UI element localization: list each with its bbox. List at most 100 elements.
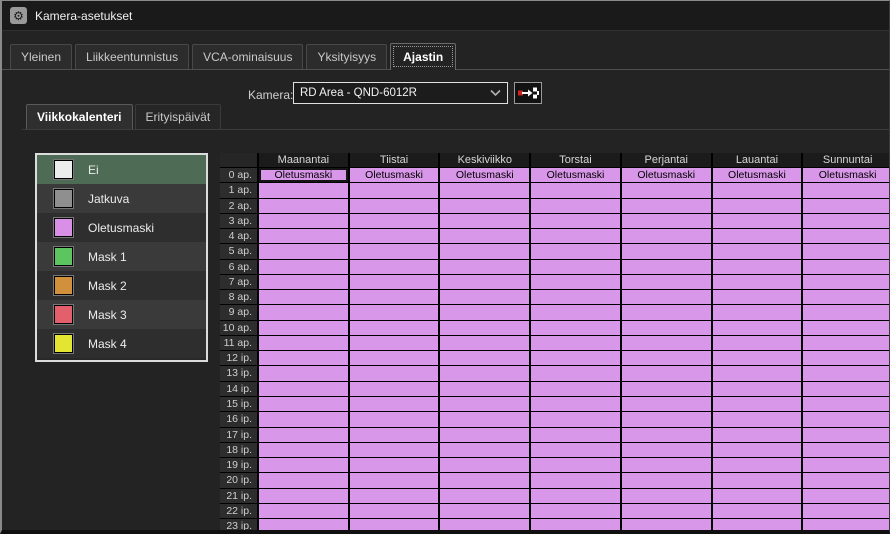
schedule-cell[interactable] — [531, 290, 620, 304]
schedule-cell[interactable] — [350, 260, 439, 274]
schedule-cell[interactable] — [350, 244, 439, 258]
schedule-cell[interactable] — [259, 244, 348, 258]
schedule-cell[interactable] — [531, 473, 620, 487]
schedule-cell[interactable] — [713, 183, 802, 197]
schedule-cell[interactable] — [713, 397, 802, 411]
tab-liikkeentunnistus[interactable]: Liikkeentunnistus — [75, 44, 189, 69]
schedule-cell[interactable] — [803, 321, 890, 335]
schedule-cell[interactable]: Oletusmaski — [803, 168, 890, 182]
schedule-cell[interactable] — [259, 229, 348, 243]
schedule-cell[interactable] — [622, 412, 711, 426]
schedule-cell[interactable] — [531, 443, 620, 457]
schedule-cell[interactable] — [350, 473, 439, 487]
schedule-cell[interactable] — [622, 397, 711, 411]
schedule-cell[interactable] — [259, 397, 348, 411]
schedule-cell[interactable] — [440, 382, 529, 396]
schedule-cell[interactable] — [622, 229, 711, 243]
schedule-cell[interactable] — [440, 351, 529, 365]
schedule-cell[interactable] — [622, 214, 711, 228]
schedule-cell[interactable] — [440, 244, 529, 258]
schedule-cell[interactable]: Oletusmaski — [440, 168, 529, 182]
schedule-cell[interactable] — [259, 489, 348, 503]
schedule-cell[interactable] — [259, 458, 348, 472]
tab-vca-ominaisuus[interactable]: VCA-ominaisuus — [192, 44, 303, 69]
schedule-cell[interactable] — [440, 305, 529, 319]
schedule-cell[interactable] — [713, 336, 802, 350]
schedule-cell[interactable] — [440, 199, 529, 213]
schedule-cell[interactable] — [440, 214, 529, 228]
schedule-cell[interactable] — [713, 443, 802, 457]
schedule-cell[interactable] — [440, 321, 529, 335]
schedule-cell[interactable] — [350, 519, 439, 533]
schedule-cell[interactable] — [531, 504, 620, 518]
schedule-cell[interactable] — [622, 321, 711, 335]
schedule-cell[interactable] — [440, 412, 529, 426]
schedule-cell[interactable] — [803, 260, 890, 274]
legend-item[interactable]: Oletusmaski — [37, 213, 206, 242]
schedule-cell[interactable] — [622, 199, 711, 213]
schedule-cell[interactable] — [440, 275, 529, 289]
schedule-cell[interactable] — [350, 382, 439, 396]
tab-yleinen[interactable]: Yleinen — [10, 44, 72, 69]
schedule-cell[interactable] — [713, 458, 802, 472]
subtab-erityispäivät[interactable]: Erityispäivät — [135, 104, 222, 129]
schedule-cell[interactable] — [622, 275, 711, 289]
schedule-cell[interactable] — [350, 229, 439, 243]
schedule-cell[interactable] — [350, 397, 439, 411]
schedule-cell[interactable] — [803, 305, 890, 319]
schedule-cell[interactable] — [350, 458, 439, 472]
schedule-cell[interactable]: Oletusmaski — [259, 168, 348, 182]
schedule-cell[interactable]: Oletusmaski — [350, 168, 439, 182]
schedule-cell[interactable] — [713, 244, 802, 258]
schedule-cell[interactable] — [803, 351, 890, 365]
schedule-cell[interactable] — [259, 321, 348, 335]
schedule-cell[interactable] — [622, 458, 711, 472]
schedule-cell[interactable] — [622, 244, 711, 258]
schedule-cell[interactable] — [259, 504, 348, 518]
schedule-cell[interactable] — [350, 428, 439, 442]
schedule-cell[interactable] — [531, 428, 620, 442]
schedule-cell[interactable] — [350, 290, 439, 304]
schedule-cell[interactable] — [440, 260, 529, 274]
apply-to-cameras-button[interactable] — [514, 82, 542, 104]
legend-item[interactable]: Mask 4 — [37, 329, 206, 358]
schedule-cell[interactable] — [531, 366, 620, 380]
schedule-cell[interactable] — [803, 214, 890, 228]
schedule-cell[interactable] — [259, 382, 348, 396]
schedule-cell[interactable] — [350, 412, 439, 426]
schedule-cell[interactable] — [803, 443, 890, 457]
schedule-cell[interactable] — [350, 351, 439, 365]
schedule-cell[interactable] — [803, 504, 890, 518]
schedule-cell[interactable]: Oletusmaski — [622, 168, 711, 182]
schedule-cell[interactable] — [622, 290, 711, 304]
schedule-cell[interactable] — [440, 397, 529, 411]
schedule-cell[interactable] — [259, 473, 348, 487]
schedule-cell[interactable] — [440, 290, 529, 304]
schedule-cell[interactable] — [259, 428, 348, 442]
schedule-cell[interactable] — [531, 229, 620, 243]
schedule-cell[interactable] — [803, 244, 890, 258]
schedule-cell[interactable] — [803, 473, 890, 487]
schedule-cell[interactable] — [440, 443, 529, 457]
schedule-cell[interactable] — [713, 199, 802, 213]
legend-item[interactable]: Mask 1 — [37, 242, 206, 271]
legend-item[interactable]: Ei — [37, 155, 206, 184]
schedule-cell[interactable] — [713, 214, 802, 228]
tab-yksityisyys[interactable]: Yksityisyys — [306, 44, 387, 69]
schedule-cell[interactable] — [350, 336, 439, 350]
schedule-cell[interactable] — [713, 382, 802, 396]
schedule-cell[interactable] — [531, 183, 620, 197]
schedule-cell[interactable] — [713, 275, 802, 289]
tab-ajastin[interactable]: Ajastin — [390, 43, 456, 70]
schedule-cell[interactable] — [803, 336, 890, 350]
schedule-cell[interactable] — [713, 428, 802, 442]
schedule-cell[interactable] — [531, 489, 620, 503]
schedule-cell[interactable] — [531, 382, 620, 396]
legend-item[interactable]: Mask 2 — [37, 271, 206, 300]
schedule-cell[interactable] — [713, 519, 802, 533]
schedule-cell[interactable] — [622, 260, 711, 274]
schedule-cell[interactable] — [259, 214, 348, 228]
schedule-cell[interactable] — [259, 275, 348, 289]
schedule-cell[interactable] — [803, 397, 890, 411]
schedule-cell[interactable] — [350, 305, 439, 319]
